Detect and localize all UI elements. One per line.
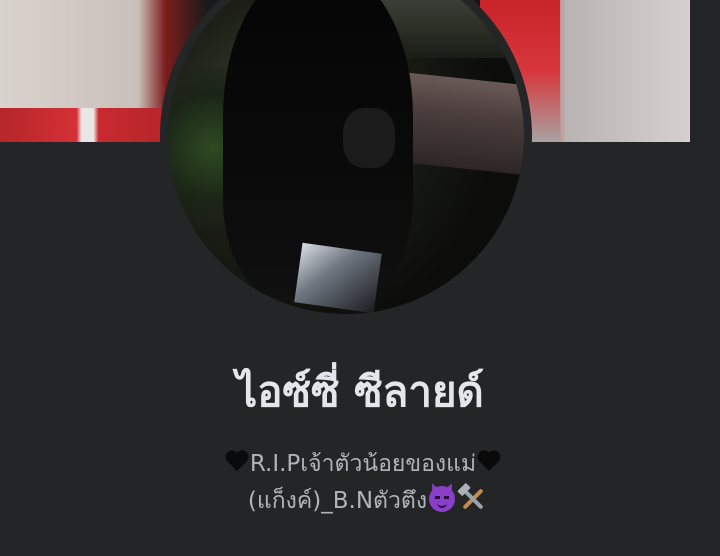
- bio-text-1: R.I.Pเจ้าตัวน้อยของแม่: [249, 451, 477, 477]
- profile-name: ไอซ์ซี่ ซีลายด์: [236, 367, 484, 416]
- cover-photo-detail: [0, 108, 170, 142]
- bio-text-2: (แก็งค์)_B.Nตัวตึง: [247, 488, 428, 514]
- black-heart-icon: [476, 451, 502, 473]
- smiling-devil-icon: [429, 486, 456, 512]
- photo-subject-shirt: [294, 242, 382, 314]
- photo-subject-face: [343, 108, 395, 168]
- bio-line-2: (แก็งค์)_B.Nตัวตึง: [8, 482, 720, 518]
- hammer-and-pick-icon: [457, 482, 488, 512]
- black-heart-icon: [224, 451, 250, 473]
- bio-line-1: R.I.Pเจ้าตัวน้อยของแม่: [3, 447, 720, 481]
